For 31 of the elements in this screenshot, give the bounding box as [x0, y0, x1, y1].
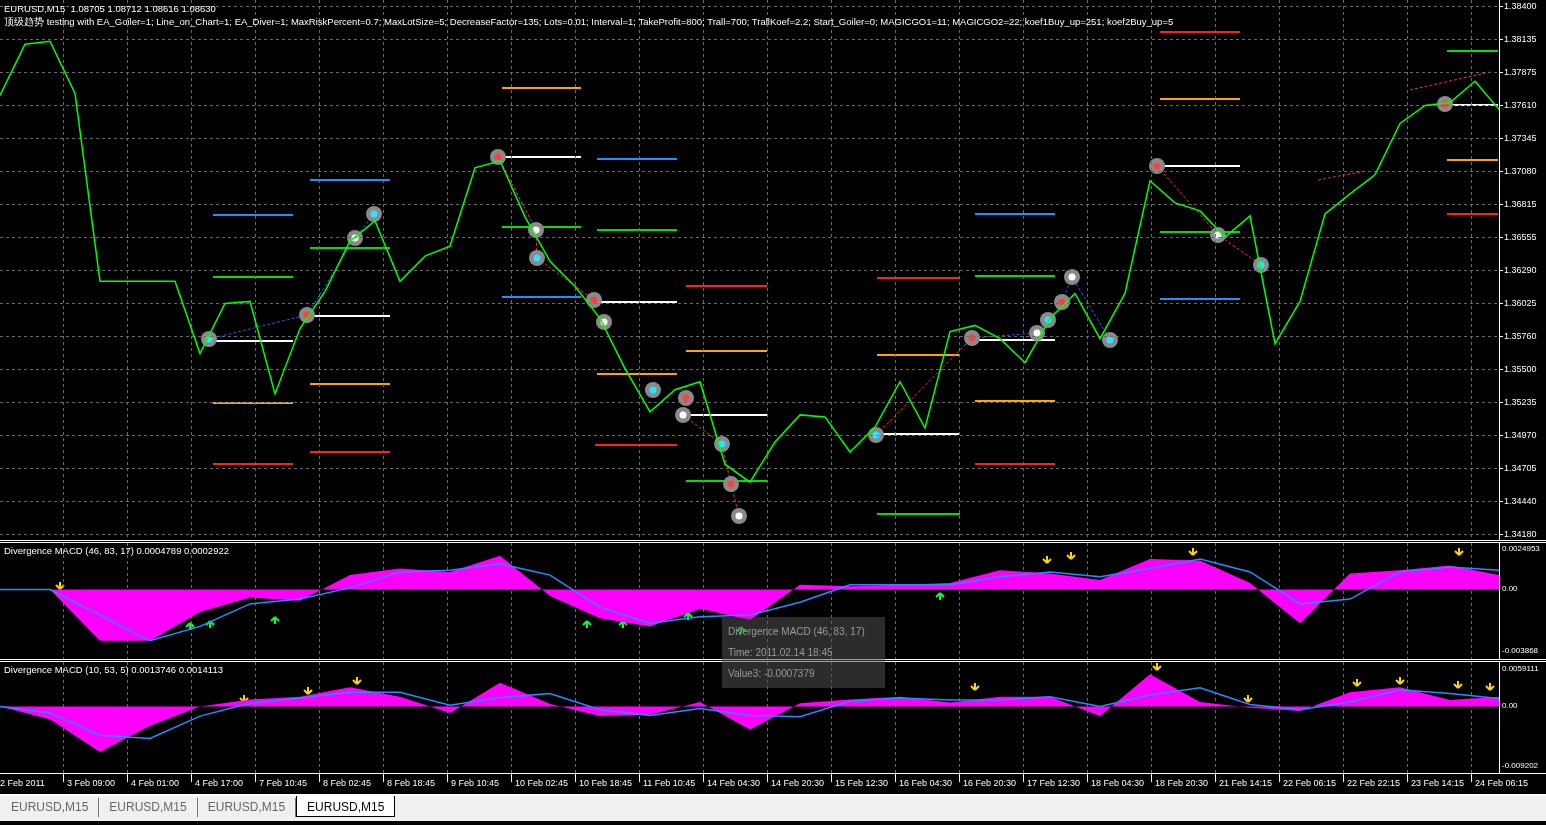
scale-label: 0.0024953 [1502, 543, 1540, 556]
price-label: 1.34970 [1500, 429, 1537, 442]
scale-label: 0.00 [1502, 700, 1518, 713]
tooltip-text: Value3: -0.0007379 [728, 667, 816, 681]
scale-label: -0.003868 [1502, 645, 1539, 658]
price-label: 1.34705 [1500, 462, 1537, 475]
tooltip-text: Divergence MACD (46, 83, 17) [728, 625, 866, 639]
price-label: 1.36555 [1500, 230, 1537, 243]
price-label: 1.35500 [1500, 362, 1537, 375]
scale-label: 0.00 [1502, 583, 1518, 596]
price-label: 1.37610 [1500, 98, 1537, 111]
price-label: 1.34440 [1500, 495, 1537, 508]
indicator-label: Divergence MACD (46, 83, 17) 0.0004789 0.0002922 [4, 545, 229, 556]
price-label: 1.38135 [1500, 33, 1537, 46]
scale-label: 0.0059111 [1502, 662, 1539, 675]
price-label: 1.35760 [1500, 330, 1537, 343]
price-label: 1.38400 [1500, 0, 1537, 12]
scale-label: -0.009202 [1502, 759, 1539, 772]
price-label: 1.36025 [1500, 297, 1537, 310]
price-label: 1.35235 [1500, 396, 1537, 408]
price-label: 1.36290 [1500, 264, 1537, 276]
price-label: 1.34180 [1500, 528, 1537, 540]
symbol-info: EURUSD,M15 1.08705 1.08712 1.08616 1.08630 [4, 2, 217, 15]
price-label: 1.36815 [1500, 198, 1537, 211]
indicator-label: Divergence MACD (10, 53, 5) 0.0013746 0.0014113 [4, 664, 223, 675]
chart-tab[interactable]: EURUSD,M15 [296, 796, 396, 817]
tooltip-text: Time: 2011.02.14 18:45 [728, 646, 834, 660]
price-label: 1.37345 [1500, 132, 1537, 144]
price-label: 1.37875 [1500, 65, 1537, 78]
settings-text: 顶级趋势 testing with EA_Goiler=1; Line_on_Chart=1; EA_Diver=1; MaxRiskPercent=0.7; MaxLotSize=5; DecreaseFactor=135; Lots=0.01; Interval=1; TakeProfit=800; Trall=700; TrallKoef=2.2; Start_Goiler=0; MAGICGO1=11; MAGICGO2=22; koef1Buy_up=251; koef2Buy_up=5 [4, 15, 1174, 28]
price-label: 1.37080 [1500, 165, 1537, 178]
